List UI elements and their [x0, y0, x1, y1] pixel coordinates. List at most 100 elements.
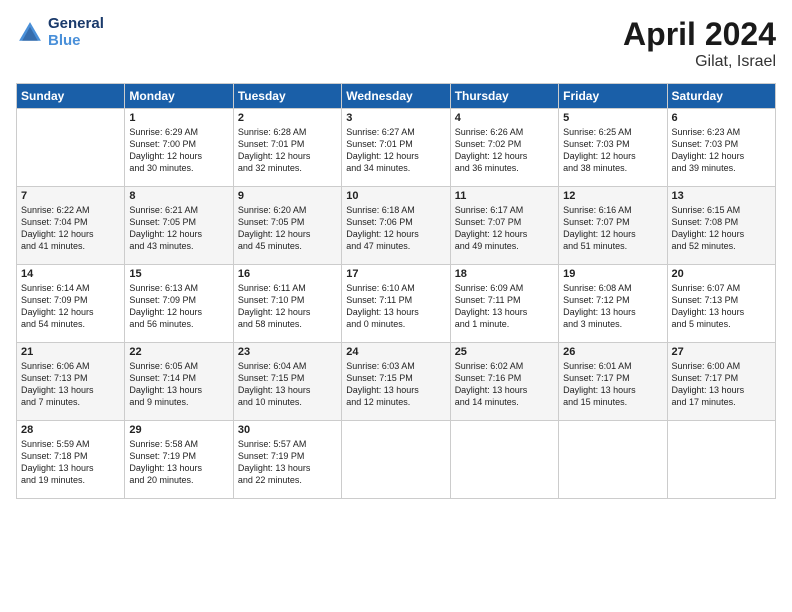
cell-details: Sunrise: 6:23 AMSunset: 7:03 PMDaylight:…: [672, 126, 771, 175]
day-number: 1: [129, 112, 228, 124]
cell-details: Sunrise: 6:03 AMSunset: 7:15 PMDaylight:…: [346, 360, 445, 409]
day-number: 28: [21, 424, 120, 436]
day-number: 29: [129, 424, 228, 436]
calendar-cell: 15 Sunrise: 6:13 AMSunset: 7:09 PMDayligh…: [125, 265, 233, 343]
calendar-cell: 9 Sunrise: 6:20 AMSunset: 7:05 PMDaylight…: [233, 187, 341, 265]
cell-details: Sunrise: 6:13 AMSunset: 7:09 PMDaylight:…: [129, 282, 228, 331]
day-number: 27: [672, 346, 771, 358]
day-number: 5: [563, 112, 662, 124]
cell-details: Sunrise: 6:25 AMSunset: 7:03 PMDaylight:…: [563, 126, 662, 175]
day-number: 7: [21, 190, 120, 202]
calendar-cell: [667, 421, 775, 499]
day-number: 10: [346, 190, 445, 202]
cell-details: Sunrise: 5:58 AMSunset: 7:19 PMDaylight:…: [129, 438, 228, 487]
calendar-cell: 13 Sunrise: 6:15 AMSunset: 7:08 PMDayligh…: [667, 187, 775, 265]
col-monday: Monday: [125, 84, 233, 109]
calendar-table: Sunday Monday Tuesday Wednesday Thursday…: [16, 83, 776, 499]
cell-details: Sunrise: 6:27 AMSunset: 7:01 PMDaylight:…: [346, 126, 445, 175]
calendar-cell: [17, 109, 125, 187]
calendar-cell: 26 Sunrise: 6:01 AMSunset: 7:17 PMDayligh…: [559, 343, 667, 421]
calendar-cell: [450, 421, 558, 499]
day-number: 18: [455, 268, 554, 280]
calendar-cell: 28 Sunrise: 5:59 AMSunset: 7:18 PMDayligh…: [17, 421, 125, 499]
calendar-week-row: 14 Sunrise: 6:14 AMSunset: 7:09 PMDayligh…: [17, 265, 776, 343]
calendar-cell: 24 Sunrise: 6:03 AMSunset: 7:15 PMDayligh…: [342, 343, 450, 421]
calendar-cell: 22Sunrise: 6:05 AMSunset: 7:14 PMDayligh…: [125, 343, 233, 421]
calendar-cell: 20 Sunrise: 6:07 AMSunset: 7:13 PMDayligh…: [667, 265, 775, 343]
day-number: 14: [21, 268, 120, 280]
calendar-title: April 2024: [623, 16, 776, 53]
col-friday: Friday: [559, 84, 667, 109]
calendar-cell: 30Sunrise: 5:57 AMSunset: 7:19 PMDayligh…: [233, 421, 341, 499]
page-header: General Blue April 2024 Gilat, Israel: [16, 16, 776, 71]
calendar-week-row: 1 Sunrise: 6:29 AMSunset: 7:00 PMDaylight…: [17, 109, 776, 187]
day-number: 23: [238, 346, 337, 358]
day-number: 26: [563, 346, 662, 358]
calendar-cell: [559, 421, 667, 499]
calendar-cell: 18 Sunrise: 6:09 AMSunset: 7:11 PMDayligh…: [450, 265, 558, 343]
logo-icon: [16, 19, 44, 47]
cell-details: Sunrise: 6:14 AMSunset: 7:09 PMDaylight:…: [21, 282, 120, 331]
logo: General Blue: [16, 16, 104, 49]
day-number: 25: [455, 346, 554, 358]
cell-details: Sunrise: 6:09 AMSunset: 7:11 PMDaylight:…: [455, 282, 554, 331]
calendar-cell: 14 Sunrise: 6:14 AMSunset: 7:09 PMDayligh…: [17, 265, 125, 343]
day-number: 15: [129, 268, 228, 280]
cell-details: Sunrise: 6:00 AMSunset: 7:17 PMDaylight:…: [672, 360, 771, 409]
cell-details: Sunrise: 6:29 AMSunset: 7:00 PMDaylight:…: [129, 126, 228, 175]
day-number: 16: [238, 268, 337, 280]
cell-details: Sunrise: 6:08 AMSunset: 7:12 PMDaylight:…: [563, 282, 662, 331]
calendar-cell: 1 Sunrise: 6:29 AMSunset: 7:00 PMDaylight…: [125, 109, 233, 187]
cell-details: Sunrise: 5:59 AMSunset: 7:18 PMDaylight:…: [21, 438, 120, 487]
cell-details: Sunrise: 6:06 AMSunset: 7:13 PMDaylight:…: [21, 360, 120, 409]
day-number: 24: [346, 346, 445, 358]
day-number: 2: [238, 112, 337, 124]
calendar-cell: 3Sunrise: 6:27 AMSunset: 7:01 PMDaylight…: [342, 109, 450, 187]
title-block: April 2024 Gilat, Israel: [623, 16, 776, 71]
col-saturday: Saturday: [667, 84, 775, 109]
calendar-cell: 21 Sunrise: 6:06 AMSunset: 7:13 PMDayligh…: [17, 343, 125, 421]
calendar-cell: 19Sunrise: 6:08 AMSunset: 7:12 PMDayligh…: [559, 265, 667, 343]
calendar-cell: 2Sunrise: 6:28 AMSunset: 7:01 PMDaylight…: [233, 109, 341, 187]
col-thursday: Thursday: [450, 84, 558, 109]
calendar-cell: 7 Sunrise: 6:22 AMSunset: 7:04 PMDaylight…: [17, 187, 125, 265]
calendar-cell: 23Sunrise: 6:04 AMSunset: 7:15 PMDayligh…: [233, 343, 341, 421]
calendar-cell: 5 Sunrise: 6:25 AMSunset: 7:03 PMDaylight…: [559, 109, 667, 187]
cell-details: Sunrise: 6:01 AMSunset: 7:17 PMDaylight:…: [563, 360, 662, 409]
calendar-week-row: 7 Sunrise: 6:22 AMSunset: 7:04 PMDaylight…: [17, 187, 776, 265]
cell-details: Sunrise: 6:21 AMSunset: 7:05 PMDaylight:…: [129, 204, 228, 253]
day-number: 30: [238, 424, 337, 436]
cell-details: Sunrise: 6:07 AMSunset: 7:13 PMDaylight:…: [672, 282, 771, 331]
cell-details: Sunrise: 6:02 AMSunset: 7:16 PMDaylight:…: [455, 360, 554, 409]
calendar-cell: 17Sunrise: 6:10 AMSunset: 7:11 PMDayligh…: [342, 265, 450, 343]
day-number: 13: [672, 190, 771, 202]
day-number: 9: [238, 190, 337, 202]
cell-details: Sunrise: 6:15 AMSunset: 7:08 PMDaylight:…: [672, 204, 771, 253]
day-number: 11: [455, 190, 554, 202]
col-sunday: Sunday: [17, 84, 125, 109]
cell-details: Sunrise: 6:20 AMSunset: 7:05 PMDaylight:…: [238, 204, 337, 253]
logo-text-general: General: [48, 16, 104, 33]
calendar-cell: 8 Sunrise: 6:21 AMSunset: 7:05 PMDaylight…: [125, 187, 233, 265]
cell-details: Sunrise: 6:18 AMSunset: 7:06 PMDaylight:…: [346, 204, 445, 253]
calendar-cell: 6Sunrise: 6:23 AMSunset: 7:03 PMDaylight…: [667, 109, 775, 187]
calendar-cell: 25 Sunrise: 6:02 AMSunset: 7:16 PMDayligh…: [450, 343, 558, 421]
calendar-cell: 16 Sunrise: 6:11 AMSunset: 7:10 PMDayligh…: [233, 265, 341, 343]
cell-details: Sunrise: 6:22 AMSunset: 7:04 PMDaylight:…: [21, 204, 120, 253]
calendar-cell: 12Sunrise: 6:16 AMSunset: 7:07 PMDayligh…: [559, 187, 667, 265]
day-number: 4: [455, 112, 554, 124]
day-number: 12: [563, 190, 662, 202]
col-tuesday: Tuesday: [233, 84, 341, 109]
day-number: 8: [129, 190, 228, 202]
day-number: 21: [21, 346, 120, 358]
logo-text-blue: Blue: [48, 33, 104, 50]
day-number: 20: [672, 268, 771, 280]
cell-details: Sunrise: 6:11 AMSunset: 7:10 PMDaylight:…: [238, 282, 337, 331]
calendar-subtitle: Gilat, Israel: [623, 53, 776, 71]
cell-details: Sunrise: 6:26 AMSunset: 7:02 PMDaylight:…: [455, 126, 554, 175]
calendar-cell: 4 Sunrise: 6:26 AMSunset: 7:02 PMDaylight…: [450, 109, 558, 187]
calendar-cell: 10 Sunrise: 6:18 AMSunset: 7:06 PMDayligh…: [342, 187, 450, 265]
day-number: 22: [129, 346, 228, 358]
calendar-cell: [342, 421, 450, 499]
calendar-cell: 11Sunrise: 6:17 AMSunset: 7:07 PMDayligh…: [450, 187, 558, 265]
